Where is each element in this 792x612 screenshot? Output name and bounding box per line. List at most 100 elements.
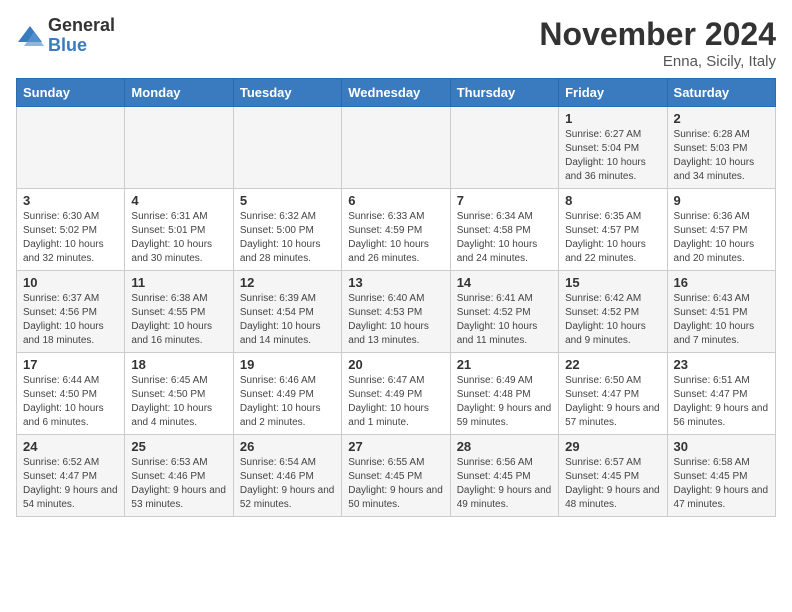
day-cell: 1 Sunrise: 6:27 AMSunset: 5:04 PMDaylight… [559, 107, 667, 189]
day-header-friday: Friday [559, 79, 667, 107]
day-info: Sunrise: 6:33 AMSunset: 4:59 PMDaylight:… [348, 210, 443, 266]
day-cell: 8Sunrise: 6:35 AMSunset: 4:57 PMDaylight… [559, 189, 667, 271]
day-number: 27 [348, 439, 443, 454]
day-info: Sunrise: 6:34 AMSunset: 4:58 PMDaylight:… [457, 210, 552, 266]
day-info: Sunrise: 6:57 AMSunset: 4:45 PMDaylight:… [565, 456, 660, 512]
title-block: November 2024 Enna, Sicily, Italy [539, 16, 776, 70]
day-cell: 22 Sunrise: 6:50 AMSunset: 4:47 PMDayligh… [559, 353, 667, 435]
day-cell: 14Sunrise: 6:41 AMSunset: 4:52 PMDayligh… [450, 271, 558, 353]
day-cell: 15 Sunrise: 6:42 AMSunset: 4:52 PMDayligh… [559, 271, 667, 353]
day-info: Sunrise: 6:42 AMSunset: 4:52 PMDaylight:… [565, 292, 660, 348]
day-info: Sunrise: 6:55 AMSunset: 4:45 PMDaylight:… [348, 456, 443, 512]
day-number: 23 [674, 357, 769, 372]
day-cell: 20 Sunrise: 6:47 AMSunset: 4:49 PMDayligh… [342, 353, 450, 435]
day-header-wednesday: Wednesday [342, 79, 450, 107]
day-info: Sunrise: 6:35 AMSunset: 4:57 PMDaylight:… [565, 210, 660, 266]
day-number: 18 [131, 357, 226, 372]
day-info: Sunrise: 6:50 AMSunset: 4:47 PMDaylight:… [565, 374, 660, 430]
week-row-4: 17 Sunrise: 6:44 AMSunset: 4:50 PMDayligh… [17, 353, 776, 435]
week-row-2: 3 Sunrise: 6:30 AMSunset: 5:02 PMDaylight… [17, 189, 776, 271]
day-info: Sunrise: 6:36 AMSunset: 4:57 PMDaylight:… [674, 210, 769, 266]
day-info: Sunrise: 6:54 AMSunset: 4:46 PMDaylight:… [240, 456, 335, 512]
day-number: 16 [674, 275, 769, 290]
day-cell [17, 107, 125, 189]
day-cell: 10 Sunrise: 6:37 AMSunset: 4:56 PMDayligh… [17, 271, 125, 353]
day-cell [233, 107, 341, 189]
day-cell: 6 Sunrise: 6:33 AMSunset: 4:59 PMDaylight… [342, 189, 450, 271]
day-cell [450, 107, 558, 189]
day-number: 12 [240, 275, 335, 290]
day-info: Sunrise: 6:46 AMSunset: 4:49 PMDaylight:… [240, 374, 335, 430]
day-info: Sunrise: 6:27 AMSunset: 5:04 PMDaylight:… [565, 128, 660, 184]
day-info: Sunrise: 6:52 AMSunset: 4:47 PMDaylight:… [23, 456, 118, 512]
day-header-monday: Monday [125, 79, 233, 107]
day-cell: 19 Sunrise: 6:46 AMSunset: 4:49 PMDayligh… [233, 353, 341, 435]
day-number: 4 [131, 193, 226, 208]
day-header-saturday: Saturday [667, 79, 775, 107]
logo-icon [16, 22, 44, 50]
day-info: Sunrise: 6:30 AMSunset: 5:02 PMDaylight:… [23, 210, 118, 266]
week-row-5: 24 Sunrise: 6:52 AMSunset: 4:47 PMDayligh… [17, 435, 776, 517]
day-number: 17 [23, 357, 118, 372]
day-cell: 18 Sunrise: 6:45 AMSunset: 4:50 PMDayligh… [125, 353, 233, 435]
day-number: 22 [565, 357, 660, 372]
day-cell: 29 Sunrise: 6:57 AMSunset: 4:45 PMDayligh… [559, 435, 667, 517]
day-info: Sunrise: 6:32 AMSunset: 5:00 PMDaylight:… [240, 210, 335, 266]
day-number: 24 [23, 439, 118, 454]
day-number: 10 [23, 275, 118, 290]
day-cell [342, 107, 450, 189]
week-row-1: 1 Sunrise: 6:27 AMSunset: 5:04 PMDaylight… [17, 107, 776, 189]
week-row-3: 10 Sunrise: 6:37 AMSunset: 4:56 PMDayligh… [17, 271, 776, 353]
day-number: 20 [348, 357, 443, 372]
day-number: 9 [674, 193, 769, 208]
day-cell: 4Sunrise: 6:31 AMSunset: 5:01 PMDaylight… [125, 189, 233, 271]
logo-text: General Blue [48, 16, 115, 56]
day-info: Sunrise: 6:47 AMSunset: 4:49 PMDaylight:… [348, 374, 443, 430]
day-cell: 9 Sunrise: 6:36 AMSunset: 4:57 PMDaylight… [667, 189, 775, 271]
day-info: Sunrise: 6:28 AMSunset: 5:03 PMDaylight:… [674, 128, 769, 184]
day-info: Sunrise: 6:49 AMSunset: 4:48 PMDaylight:… [457, 374, 552, 430]
day-number: 11 [131, 275, 226, 290]
day-cell [125, 107, 233, 189]
day-cell: 26Sunrise: 6:54 AMSunset: 4:46 PMDayligh… [233, 435, 341, 517]
day-number: 6 [348, 193, 443, 208]
day-cell: 12 Sunrise: 6:39 AMSunset: 4:54 PMDayligh… [233, 271, 341, 353]
day-header-thursday: Thursday [450, 79, 558, 107]
day-number: 19 [240, 357, 335, 372]
day-number: 1 [565, 111, 660, 126]
day-info: Sunrise: 6:45 AMSunset: 4:50 PMDaylight:… [131, 374, 226, 430]
day-cell: 23 Sunrise: 6:51 AMSunset: 4:47 PMDayligh… [667, 353, 775, 435]
day-info: Sunrise: 6:39 AMSunset: 4:54 PMDaylight:… [240, 292, 335, 348]
day-cell: 16 Sunrise: 6:43 AMSunset: 4:51 PMDayligh… [667, 271, 775, 353]
day-number: 25 [131, 439, 226, 454]
day-info: Sunrise: 6:40 AMSunset: 4:53 PMDaylight:… [348, 292, 443, 348]
logo-general: General [48, 16, 115, 36]
day-info: Sunrise: 6:56 AMSunset: 4:45 PMDaylight:… [457, 456, 552, 512]
day-info: Sunrise: 6:43 AMSunset: 4:51 PMDaylight:… [674, 292, 769, 348]
calendar-table: SundayMondayTuesdayWednesdayThursdayFrid… [16, 78, 776, 517]
page-header: General Blue November 2024 Enna, Sicily,… [16, 16, 776, 70]
day-cell: 17 Sunrise: 6:44 AMSunset: 4:50 PMDayligh… [17, 353, 125, 435]
day-cell: 11Sunrise: 6:38 AMSunset: 4:55 PMDayligh… [125, 271, 233, 353]
day-number: 14 [457, 275, 552, 290]
day-info: Sunrise: 6:58 AMSunset: 4:45 PMDaylight:… [674, 456, 769, 512]
day-cell: 24 Sunrise: 6:52 AMSunset: 4:47 PMDayligh… [17, 435, 125, 517]
day-header-tuesday: Tuesday [233, 79, 341, 107]
day-cell: 13Sunrise: 6:40 AMSunset: 4:53 PMDayligh… [342, 271, 450, 353]
day-info: Sunrise: 6:51 AMSunset: 4:47 PMDaylight:… [674, 374, 769, 430]
day-number: 29 [565, 439, 660, 454]
day-number: 21 [457, 357, 552, 372]
day-cell: 28 Sunrise: 6:56 AMSunset: 4:45 PMDayligh… [450, 435, 558, 517]
day-number: 5 [240, 193, 335, 208]
day-info: Sunrise: 6:44 AMSunset: 4:50 PMDaylight:… [23, 374, 118, 430]
day-number: 28 [457, 439, 552, 454]
day-cell: 7Sunrise: 6:34 AMSunset: 4:58 PMDaylight… [450, 189, 558, 271]
day-header-sunday: Sunday [17, 79, 125, 107]
location: Enna, Sicily, Italy [539, 53, 776, 70]
month-title: November 2024 [539, 16, 776, 53]
day-info: Sunrise: 6:37 AMSunset: 4:56 PMDaylight:… [23, 292, 118, 348]
day-cell: 27 Sunrise: 6:55 AMSunset: 4:45 PMDayligh… [342, 435, 450, 517]
day-number: 3 [23, 193, 118, 208]
day-number: 15 [565, 275, 660, 290]
day-number: 30 [674, 439, 769, 454]
